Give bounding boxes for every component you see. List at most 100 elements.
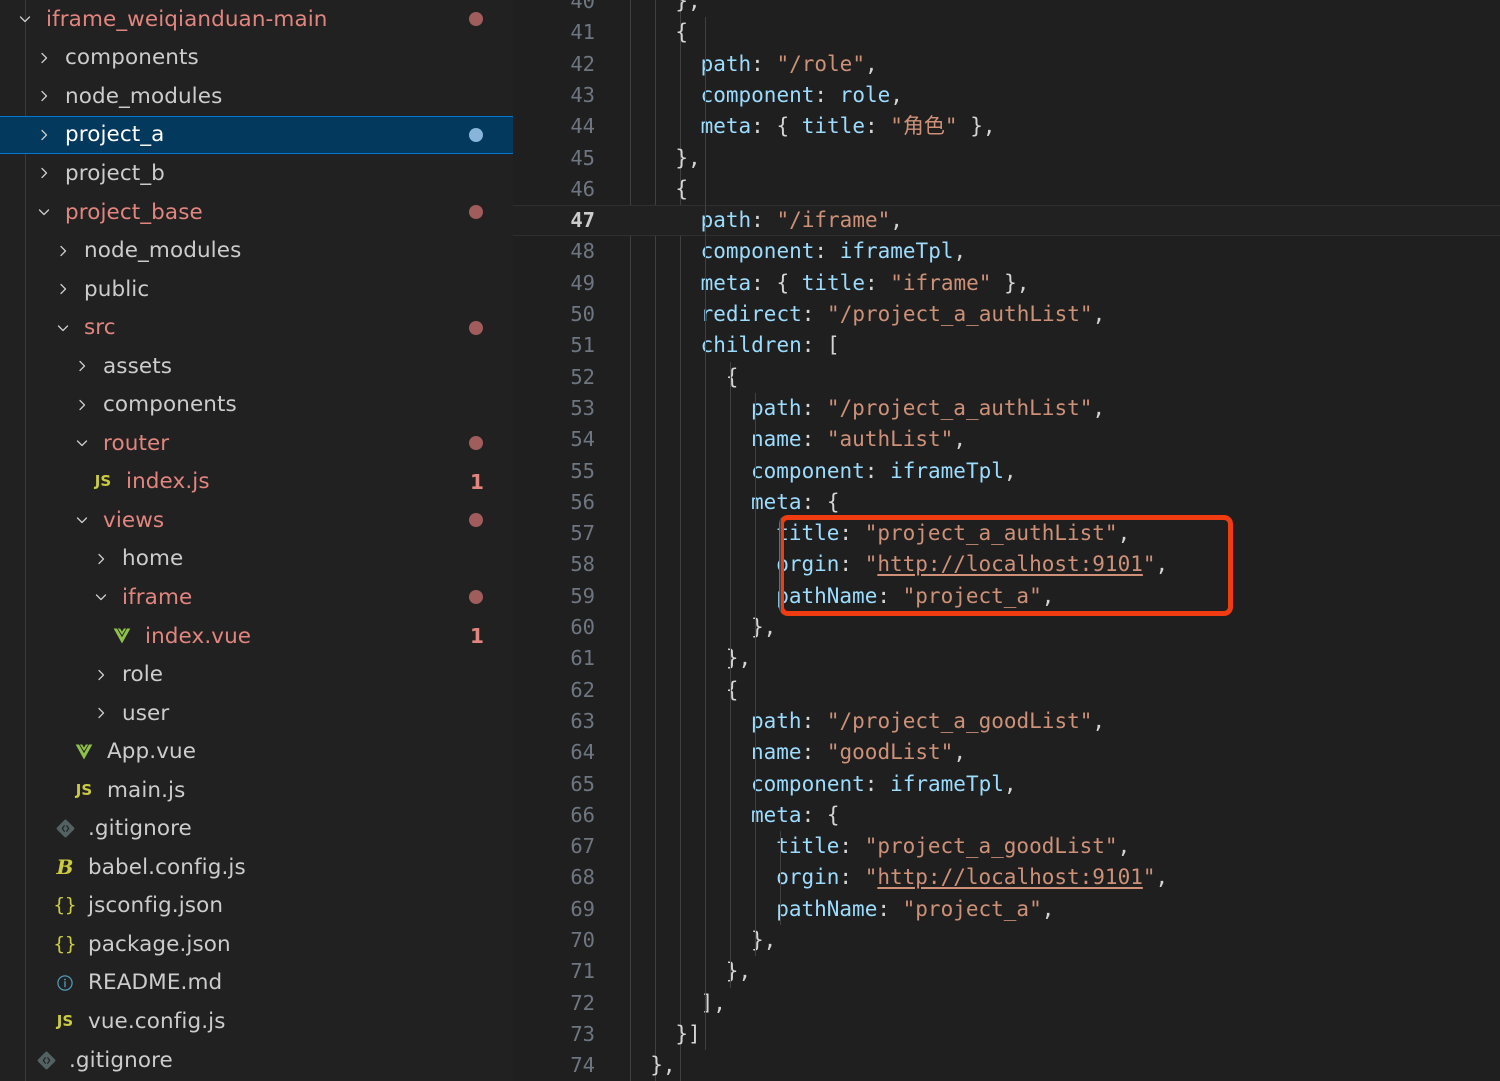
explorer-file-tree[interactable]: iframe_weiqianduan-maincomponentsnode_mo… xyxy=(0,0,513,1081)
tree-item-label: main.js xyxy=(107,778,185,803)
chevron-right-icon[interactable] xyxy=(33,127,55,143)
sidebar-item-vue-config-js[interactable]: JSvue.config.js xyxy=(0,1002,513,1041)
sidebar-item-public[interactable]: public xyxy=(0,270,513,309)
code-line[interactable]: 67title: "project_a_goodList", xyxy=(513,831,1500,862)
sidebar-item-router[interactable]: router xyxy=(0,424,513,463)
sidebar-item-project-b[interactable]: project_b xyxy=(0,154,513,193)
code-line[interactable]: 42path: "/role", xyxy=(513,49,1500,80)
line-number: 55 xyxy=(513,456,595,487)
code-line[interactable]: 69pathName: "project_a", xyxy=(513,894,1500,925)
code-token: : xyxy=(865,271,890,295)
code-line[interactable]: 51children: [ xyxy=(513,330,1500,361)
chevron-right-icon[interactable] xyxy=(33,88,55,104)
sidebar-item-babel-config-js[interactable]: Bbabel.config.js xyxy=(0,848,513,887)
code-line[interactable]: 54name: "authList", xyxy=(513,424,1500,455)
code-line[interactable]: 60}, xyxy=(513,612,1500,643)
code-line[interactable]: 72], xyxy=(513,988,1500,1019)
code-line[interactable]: 52{ xyxy=(513,362,1500,393)
code-line[interactable]: 44meta: { title: "角色" }, xyxy=(513,111,1500,142)
code-token: component xyxy=(751,772,865,796)
code-line[interactable]: 43component: role, xyxy=(513,80,1500,111)
sidebar-item-src-gitignore[interactable]: .gitignore xyxy=(0,809,513,848)
tree-row-list[interactable]: iframe_weiqianduan-maincomponentsnode_mo… xyxy=(0,0,513,1079)
code-editor[interactable]: 40},41{42path: "/role",43component: role… xyxy=(513,0,1500,1081)
code-token[interactable]: http://localhost:9101 xyxy=(877,865,1143,889)
code-line[interactable]: 47path: "/iframe", xyxy=(513,205,1500,236)
code-line[interactable]: 50redirect: "/project_a_authList", xyxy=(513,299,1500,330)
code-line[interactable]: 64name: "goodList", xyxy=(513,737,1500,768)
sidebar-item-home[interactable]: home xyxy=(0,540,513,579)
chevron-right-icon[interactable] xyxy=(33,165,55,181)
sidebar-item-node-modules[interactable]: node_modules xyxy=(0,77,513,116)
sidebar-item-root-gitignore[interactable]: .gitignore xyxy=(0,1041,513,1080)
chevron-right-icon[interactable] xyxy=(52,281,74,297)
sidebar-item-package-json[interactable]: {}package.json xyxy=(0,925,513,964)
sidebar-item-router-index-js[interactable]: JSindex.js1 xyxy=(0,463,513,502)
line-number: 48 xyxy=(513,236,595,267)
code-line[interactable]: 49meta: { title: "iframe" }, xyxy=(513,268,1500,299)
chevron-down-icon[interactable] xyxy=(33,204,55,220)
code-line[interactable]: 71}, xyxy=(513,956,1500,987)
code-token[interactable]: http://localhost:9101 xyxy=(877,552,1143,576)
code-line[interactable]: 68orgin: "http://localhost:9101", xyxy=(513,862,1500,893)
chevron-right-icon[interactable] xyxy=(33,50,55,66)
code-line[interactable]: 45}, xyxy=(513,143,1500,174)
sidebar-item-readme-md[interactable]: README.md xyxy=(0,964,513,1003)
sidebar-item-views[interactable]: views xyxy=(0,501,513,540)
chevron-down-icon[interactable] xyxy=(90,589,112,605)
sidebar-item-role[interactable]: role xyxy=(0,655,513,694)
sidebar-item-user[interactable]: user xyxy=(0,694,513,733)
sidebar-item-project-base-node-modules[interactable]: node_modules xyxy=(0,231,513,270)
sidebar-item-src[interactable]: src xyxy=(0,308,513,347)
code-line[interactable]: 40}, xyxy=(513,0,1500,17)
code-line[interactable]: 59pathName: "project_a", xyxy=(513,581,1500,612)
code-token: : xyxy=(751,208,776,232)
sidebar-item-iframe-weiqianduan-main[interactable]: iframe_weiqianduan-main xyxy=(0,0,513,39)
code-line[interactable]: 41{ xyxy=(513,17,1500,48)
chevron-down-icon[interactable] xyxy=(71,435,93,451)
code-token: children xyxy=(701,333,802,357)
chevron-right-icon[interactable] xyxy=(90,667,112,683)
code-line[interactable]: 46{ xyxy=(513,174,1500,205)
code-line[interactable]: 48component: iframeTpl, xyxy=(513,236,1500,267)
code-token: component xyxy=(701,239,815,263)
code-line[interactable]: 73}] xyxy=(513,1019,1500,1050)
sidebar-item-components[interactable]: components xyxy=(0,39,513,78)
code-line[interactable]: 62{ xyxy=(513,675,1500,706)
sidebar-item-src-components[interactable]: components xyxy=(0,385,513,424)
code-line[interactable]: 65component: iframeTpl, xyxy=(513,769,1500,800)
sidebar-item-project-base[interactable]: project_base xyxy=(0,193,513,232)
chevron-down-icon[interactable] xyxy=(52,320,74,336)
code-line[interactable]: 74}, xyxy=(513,1050,1500,1081)
git-modified-dot xyxy=(469,128,483,142)
sidebar-item-iframe-index-vue[interactable]: index.vue1 xyxy=(0,617,513,656)
code-line[interactable]: 53path: "/project_a_authList", xyxy=(513,393,1500,424)
sidebar-item-jsconfig-json[interactable]: {}jsconfig.json xyxy=(0,887,513,926)
code-token: : xyxy=(802,740,827,764)
sidebar-item-app-vue[interactable]: App.vue xyxy=(0,732,513,771)
code-line[interactable]: 66meta: { xyxy=(513,800,1500,831)
code-token: " xyxy=(1143,552,1156,576)
code-line[interactable]: 61}, xyxy=(513,643,1500,674)
chevron-right-icon[interactable] xyxy=(52,243,74,259)
code-line[interactable]: 63path: "/project_a_goodList", xyxy=(513,706,1500,737)
code-line[interactable]: 70}, xyxy=(513,925,1500,956)
sidebar-item-assets[interactable]: assets xyxy=(0,347,513,386)
code-line[interactable]: 58orgin: "http://localhost:9101", xyxy=(513,549,1500,580)
chevron-down-icon[interactable] xyxy=(14,11,36,27)
chevron-right-icon[interactable] xyxy=(90,551,112,567)
code-line[interactable]: 57title: "project_a_authList", xyxy=(513,518,1500,549)
chevron-right-icon[interactable] xyxy=(71,358,93,374)
line-number: 65 xyxy=(513,769,595,800)
line-number: 44 xyxy=(513,111,595,142)
chevron-right-icon[interactable] xyxy=(71,397,93,413)
sidebar-item-iframe[interactable]: iframe xyxy=(0,578,513,617)
chevron-right-icon[interactable] xyxy=(90,705,112,721)
sidebar-item-main-js[interactable]: JSmain.js xyxy=(0,771,513,810)
code-line[interactable]: 55component: iframeTpl, xyxy=(513,456,1500,487)
code-lines[interactable]: 40},41{42path: "/role",43component: role… xyxy=(513,0,1500,1081)
tree-item-label: index.vue xyxy=(145,624,251,649)
sidebar-item-project-a[interactable]: project_a xyxy=(0,116,513,155)
code-line[interactable]: 56meta: { xyxy=(513,487,1500,518)
chevron-down-icon[interactable] xyxy=(71,512,93,528)
